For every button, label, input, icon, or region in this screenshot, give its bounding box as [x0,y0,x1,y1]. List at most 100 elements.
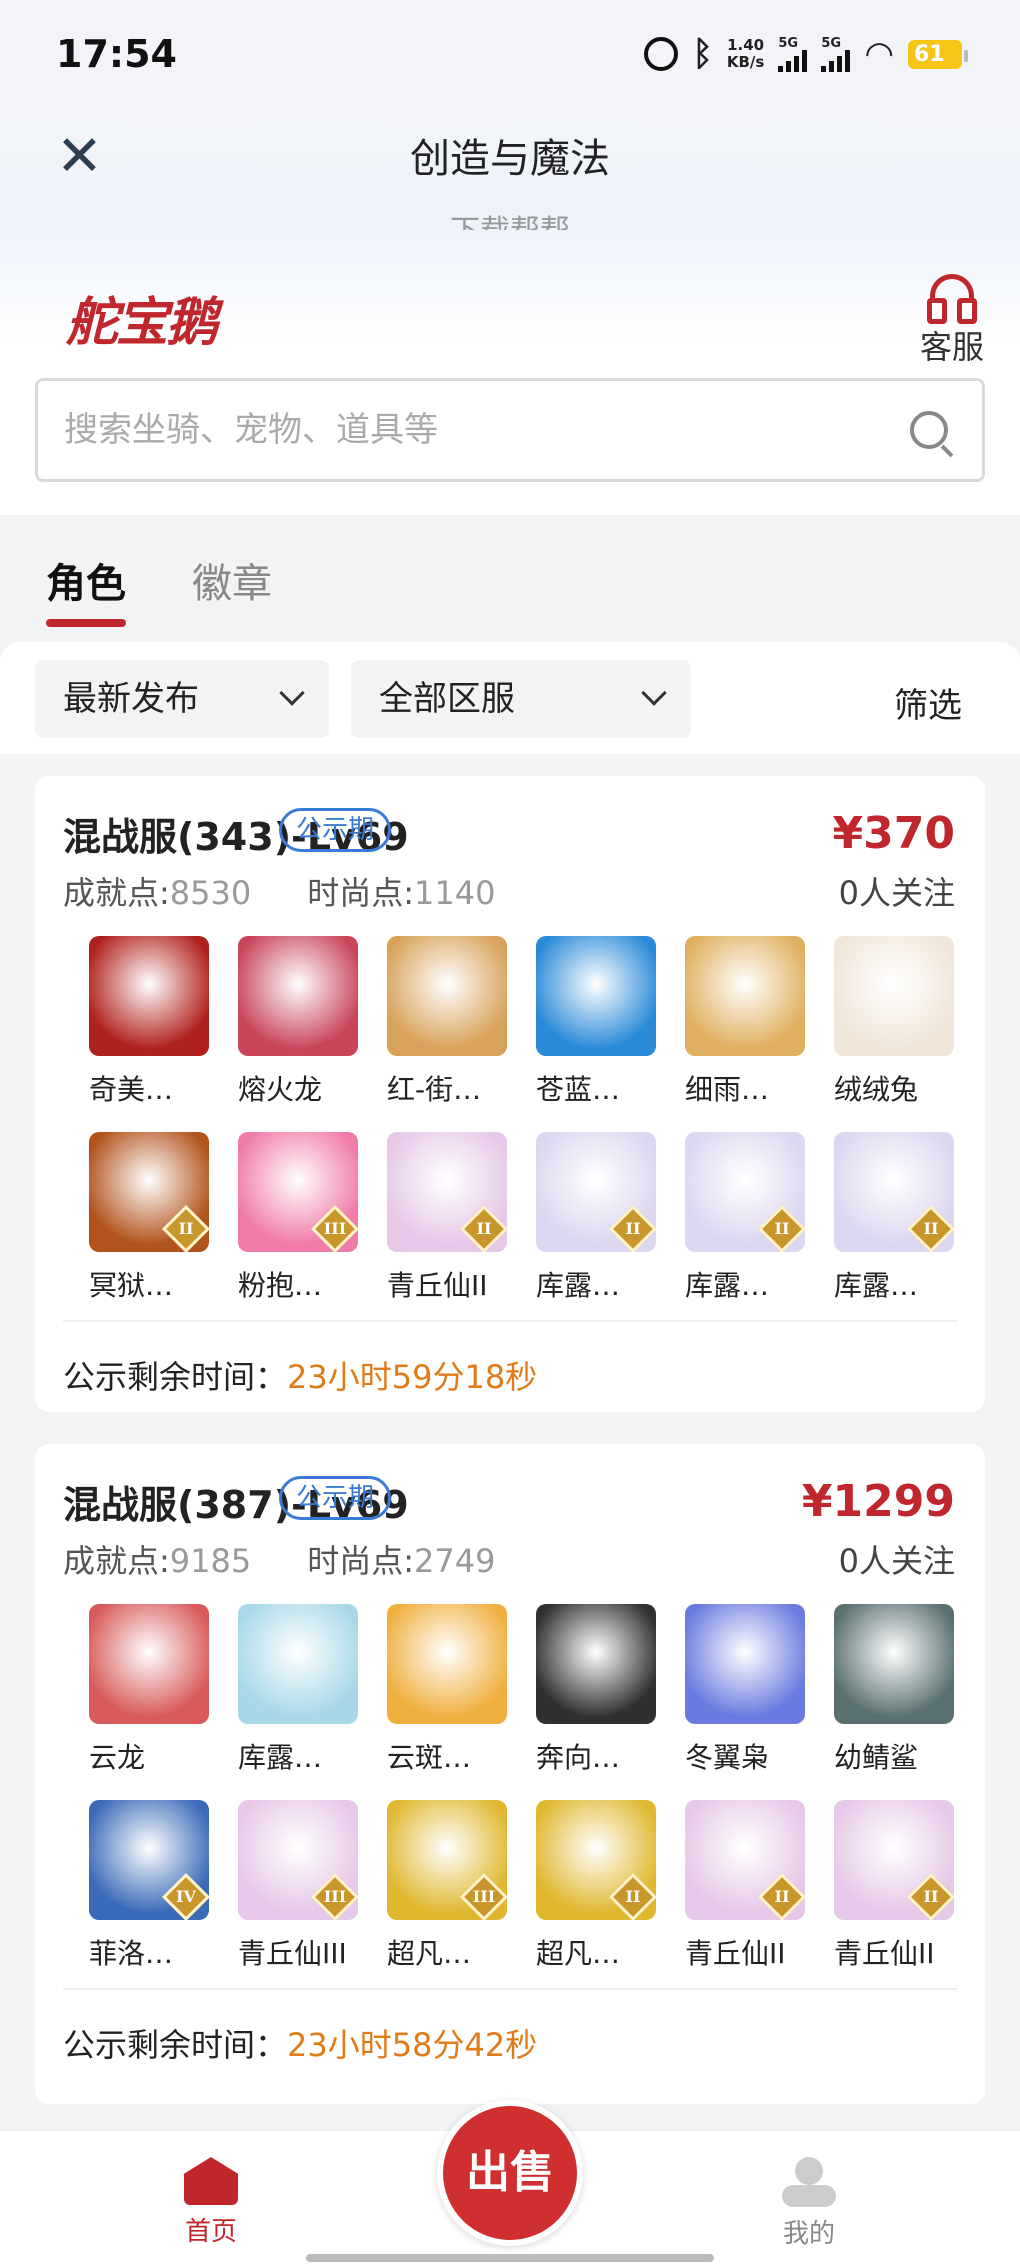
item-thumbnail [387,1604,507,1724]
signal-2: 5G [821,35,851,72]
item-tile[interactable]: IV 菲洛… [89,1800,219,1972]
achievement-label: 成就点: [63,1542,170,1580]
item-name: 熔火龙 [238,1073,323,1106]
page-title: 创造与魔法 [410,136,610,182]
item-name: 超凡… [387,1937,472,1970]
item-thumbnail: III [238,1132,358,1252]
level-badge-text: IV [176,1887,196,1906]
item-tile[interactable]: II 库露… [685,1132,815,1304]
sell-button[interactable]: 出售 [437,2100,583,2246]
home-icon [184,2157,238,2205]
item-tile[interactable]: 库露… [238,1604,368,1776]
battery-icon: 61 [908,39,968,69]
nav-mine-label: 我的 [782,2219,835,2249]
status-badge: 公示期 [279,808,392,852]
listing-stats: 成就点:8530 时尚点:1140 [63,868,495,914]
item-tile[interactable]: 熔火龙 [238,936,368,1108]
headset-icon [926,274,977,324]
item-tile[interactable]: II 超凡… [536,1800,666,1972]
item-tile[interactable]: III 粉抱… [238,1132,368,1304]
item-tile[interactable]: 红-街… [387,936,517,1108]
level-badge-text: III [323,1887,347,1906]
net-speed: 1.40 KB/s [727,37,764,71]
achievement-value: 9185 [169,1542,252,1580]
item-tile[interactable]: III 青丘仙III [238,1800,368,1972]
item-tile[interactable]: 冬翼枭 [685,1604,815,1776]
item-thumbnail [238,936,358,1056]
item-tile[interactable]: 云龙 [89,1604,219,1776]
countdown-label: 公示剩余时间： [63,1358,288,1396]
item-thumbnail: II [536,1800,656,1920]
item-name: 青丘仙II [685,1937,786,1970]
level-badge-text: II [923,1887,939,1906]
level-badge-text: II [774,1219,790,1238]
item-tile[interactable]: 绒绒兔 [834,936,964,1108]
category-tabs: 角色 徽章 [0,515,1020,645]
item-name: 库露… [536,1269,621,1302]
item-thumbnail: II [89,1132,209,1252]
item-name: 粉抱… [238,1269,323,1302]
signal-2-label: 5G [821,35,842,51]
nav-mine[interactable]: 我的 [776,2157,842,2250]
item-tile[interactable]: 细雨… [685,936,815,1108]
item-tile[interactable]: II 青丘仙II [685,1800,815,1972]
item-name: 青丘仙III [238,1937,347,1970]
item-tile[interactable]: II 冥狱… [89,1132,219,1304]
level-badge-icon: III [310,1204,358,1252]
bluetooth-icon: ᛒ [692,34,713,74]
alarm-icon [644,37,679,71]
tab-badge[interactable]: 徽章 [192,551,272,609]
level-badge-text: II [923,1219,939,1238]
nav-home[interactable]: 首页 [178,2157,244,2248]
item-thumbnail [834,936,954,1056]
item-tile[interactable]: 苍蓝… [536,936,666,1108]
item-name: 奔向… [536,1741,621,1774]
search-box[interactable] [35,378,985,482]
item-tile[interactable]: 奔向… [536,1604,666,1776]
item-tile[interactable]: 幼鲭鲨 [834,1604,964,1776]
item-thumbnail [685,1604,805,1724]
item-name: 库露… [834,1269,919,1302]
item-thumbnail [387,936,507,1056]
item-name: 菲洛… [89,1937,174,1970]
tab-role[interactable]: 角色 [46,551,126,627]
sort-dropdown-label: 最新发布 [63,679,199,719]
item-tile[interactable]: II 青丘仙II [387,1132,517,1304]
search-icon[interactable] [910,411,948,449]
achievement-value: 8530 [169,874,252,912]
filter-button[interactable]: 筛选 [894,678,962,727]
level-badge-text: III [472,1887,496,1906]
watchers-count: 0人关注 [838,1542,955,1580]
item-tile[interactable]: II 库露… [834,1132,964,1304]
server-dropdown[interactable]: 全部区服 [351,660,691,738]
item-thumbnail [89,1604,209,1724]
fashion-value: 1140 [414,874,496,912]
item-tile[interactable]: III 超凡… [387,1800,517,1972]
item-name: 云龙 [89,1741,146,1774]
countdown-label: 公示剩余时间： [63,2026,288,2064]
item-name: 库露… [685,1269,770,1302]
countdown-value: 23小时59分18秒 [287,1358,538,1396]
item-thumbnail: III [387,1800,507,1920]
item-name: 青丘仙II [834,1937,935,1970]
level-badge-text: II [625,1887,641,1906]
listing-card[interactable]: 混战服(387)-Lv69 公示期 ¥1299 成就点:9185 时尚点:2749… [35,1444,985,2104]
sort-dropdown[interactable]: 最新发布 [35,660,329,738]
item-name: 云斑… [387,1741,472,1774]
item-thumbnail [834,1604,954,1724]
home-indicator [306,2254,714,2262]
brand-header: 舵宝鹅 客服 [0,230,1020,515]
listing-card[interactable]: 混战服(343)-Lv69 公示期 ¥370 成就点:8530 时尚点:1140 … [35,776,985,1412]
countdown-value: 23小时58分42秒 [287,2026,538,2064]
item-tile[interactable]: 奇美… [89,936,219,1108]
item-tile[interactable]: II 青丘仙II [834,1800,964,1972]
item-tile[interactable]: 云斑… [387,1604,517,1776]
nav-ghost-text: 下载帮帮 [0,206,1020,230]
watchers-count: 0人关注 [838,874,955,912]
search-input[interactable] [64,381,884,479]
item-tile[interactable]: II 库露… [536,1132,666,1304]
customer-service-button[interactable]: 客服 [920,274,984,368]
customer-service-label: 客服 [919,328,984,366]
item-thumbnail: III [238,1800,358,1920]
item-thumbnail [536,936,656,1056]
